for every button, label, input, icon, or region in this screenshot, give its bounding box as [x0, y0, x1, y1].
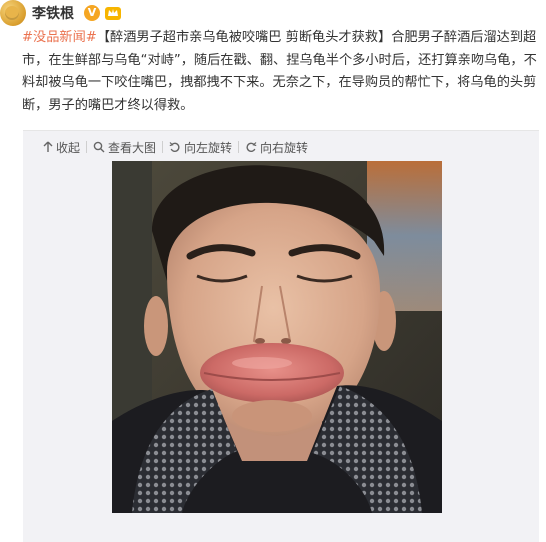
verified-icon[interactable]: V: [84, 5, 100, 21]
username[interactable]: 李铁根: [32, 5, 74, 23]
media-viewer: 收起 查看大图 向左旋转 向右旋转: [23, 130, 539, 542]
collapse-button[interactable]: 收起: [37, 137, 86, 157]
collapse-arrow-icon: [43, 141, 53, 152]
rotate-right-icon: [246, 142, 257, 153]
rotate-left-button[interactable]: 向左旋转: [163, 137, 238, 157]
user-avatar[interactable]: [0, 0, 26, 26]
rotate-left-label: 向左旋转: [184, 140, 233, 155]
vip-crown-icon[interactable]: [104, 4, 122, 22]
view-large-label: 查看大图: [108, 140, 157, 155]
collapse-label: 收起: [56, 140, 81, 155]
view-large-button[interactable]: 查看大图: [87, 137, 162, 157]
media-toolbar: 收起 查看大图 向左旋转 向右旋转: [37, 137, 314, 157]
avatar-figure: [5, 6, 19, 20]
magnifier-icon: [93, 141, 105, 153]
post-photo[interactable]: [112, 161, 442, 513]
weibo-post: 李铁根 V #没品新闻#【醉酒男子超市亲乌龟被咬嘴巴 剪断龟头才获救】合肥男子醉…: [0, 0, 546, 542]
rotate-left-icon: [169, 142, 180, 153]
rotate-right-label: 向右旋转: [260, 140, 309, 155]
hashtag-link[interactable]: #没品新闻#: [22, 30, 97, 45]
post-content: #没品新闻#【醉酒男子超市亲乌龟被咬嘴巴 剪断龟头才获救】合肥男子醉酒后溜达到超…: [22, 27, 538, 117]
rotate-right-button[interactable]: 向右旋转: [239, 137, 314, 157]
post-title: 【醉酒男子超市亲乌龟被咬嘴巴 剪断龟头才获救】: [96, 30, 392, 45]
selfie-image: [112, 161, 442, 513]
